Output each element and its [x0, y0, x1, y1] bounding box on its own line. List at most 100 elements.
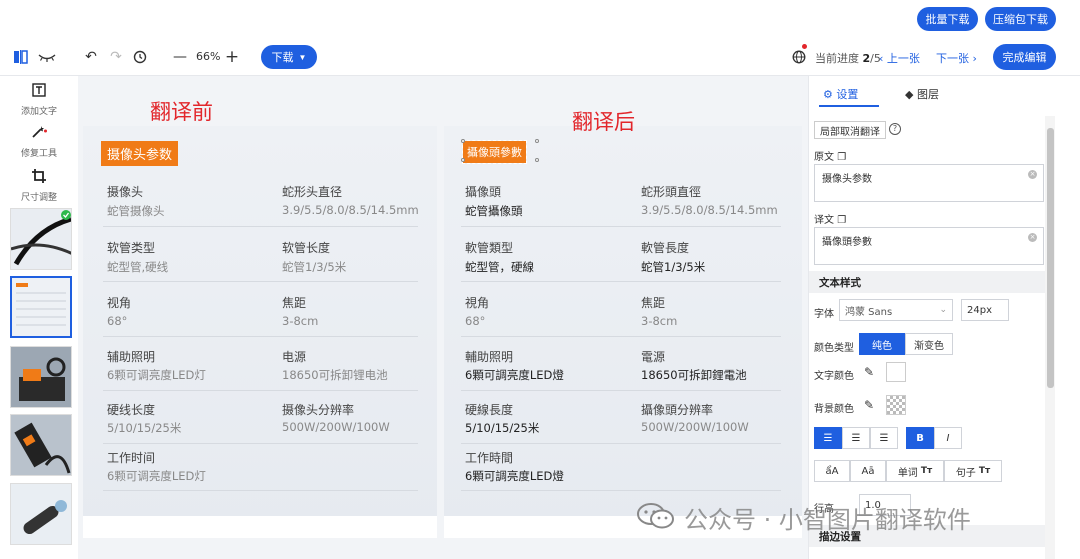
zoom-in-icon[interactable]: + [223, 47, 241, 67]
after-key: 軟管類型 [465, 241, 514, 255]
partial-cancel-translation-button[interactable]: 局部取消翻译 [814, 121, 886, 139]
copy-icon[interactable]: ❐ [837, 152, 846, 163]
before-key: 摄像头 [107, 185, 144, 199]
after-key: 軟管長度 [641, 241, 690, 255]
text-style-section-head: 文本样式 [809, 271, 1049, 293]
before-key: 视角 [107, 296, 132, 310]
sentence-case-button[interactable]: 句子 Tт [944, 460, 1002, 482]
word-label: 单词 [897, 467, 918, 479]
gradient-color-option[interactable]: 渐变色 [905, 333, 953, 355]
tab-layers-label: 图层 [916, 88, 939, 101]
row-divider [461, 490, 781, 491]
italic-button[interactable]: I [934, 427, 962, 449]
tab-layers[interactable]: ◆ 图层 [905, 86, 939, 102]
copy-icon[interactable]: ❐ [837, 215, 846, 226]
align-left-button[interactable]: ☰ [814, 427, 842, 449]
before-key: 辅助照明 [107, 350, 156, 364]
finish-edit-button[interactable]: 完成编辑 [993, 44, 1056, 70]
after-key: 攝像頭分辨率 [641, 403, 714, 417]
before-panel-bottom [83, 516, 437, 538]
chevron-left-icon: ‹ [879, 52, 884, 65]
align-center-button[interactable]: ☰ [842, 427, 870, 449]
row-divider [461, 390, 781, 391]
eyedropper-icon[interactable]: ✎ [864, 398, 874, 412]
before-key: 焦距 [282, 296, 307, 310]
uppercase-button[interactable]: ẩA [814, 460, 850, 482]
download-dropdown-button[interactable]: 下载 ▼ [261, 45, 317, 69]
thumbnail-2[interactable] [10, 276, 72, 338]
settings-panel: ⚙ 设置 ◆ 图层 局部取消翻译 ? 原文 ❐ 摄像头参数 × 译文 ❐ 攝像頭… [808, 76, 1080, 559]
gear-icon: ⚙ [823, 88, 833, 101]
sentence-label: 句子 [955, 467, 976, 479]
font-size-input[interactable]: 24px [961, 299, 1009, 321]
after-value: 500W/200W/100W [641, 420, 749, 434]
thumbnail-1[interactable] [10, 208, 72, 270]
font-select[interactable]: 鸿蒙 Sans ⌄ [839, 299, 953, 321]
row-divider [461, 226, 781, 227]
bold-button[interactable]: B [906, 427, 934, 449]
before-title: 翻译前 [150, 100, 213, 124]
row-divider [103, 336, 418, 337]
before-value: 500W/200W/100W [282, 420, 390, 434]
redo-icon[interactable]: ↷ [107, 48, 125, 66]
compare-view-icon[interactable] [12, 48, 30, 66]
notification-dot [802, 44, 807, 49]
undo-icon[interactable]: ↶ [82, 48, 100, 66]
text-color-swatch[interactable] [886, 362, 906, 382]
next-page-link[interactable]: 下一张 › [936, 50, 977, 66]
selection-handle[interactable] [535, 158, 539, 162]
before-key: 硬线长度 [107, 403, 156, 417]
panel-scroll-thumb[interactable] [1047, 128, 1054, 388]
globe-icon[interactable] [790, 48, 808, 66]
prev-page-link[interactable]: ‹ 上一张 [879, 50, 920, 66]
resize-label: 尺寸调整 [20, 193, 57, 203]
after-title: 翻译后 [572, 110, 635, 134]
progress-current: 2 [862, 52, 871, 65]
after-value: 蛇管1/3/5米 [641, 260, 706, 274]
after-value: 5/10/15/25米 [465, 421, 540, 435]
zoom-out-icon[interactable]: — [171, 48, 189, 66]
capitalize-button[interactable]: Aā [850, 460, 886, 482]
resize-tool[interactable]: 尺寸调整 [0, 168, 78, 203]
after-value: 6顆可調亮度LED燈 [465, 469, 564, 483]
download-label: 下载 [271, 52, 294, 64]
before-value: 6颗可调亮度LED灯 [107, 368, 206, 382]
after-value: 蛇型管，硬線 [465, 260, 534, 274]
row-divider [103, 443, 418, 444]
row-divider [461, 336, 781, 337]
selection-handle[interactable] [461, 139, 465, 143]
align-right-button[interactable]: ☰ [870, 427, 898, 449]
add-text-tool[interactable]: 添加文字 [0, 82, 78, 117]
history-icon[interactable] [131, 48, 149, 66]
zip-download-button[interactable]: 压缩包下载 [985, 7, 1056, 31]
eyedropper-icon[interactable]: ✎ [864, 365, 874, 379]
translation-label: 译文 ❐ [814, 211, 846, 226]
solid-color-option[interactable]: 纯色 [859, 333, 905, 355]
original-label: 原文 ❐ [814, 148, 846, 163]
bg-color-label: 背景颜色 [814, 404, 854, 415]
watermark-text: 公众号 · 小智图片翻译软件 [684, 506, 971, 534]
after-badge-selected[interactable]: 攝像頭參數 [462, 140, 527, 164]
clear-icon[interactable]: × [1028, 233, 1037, 242]
hide-eye-icon[interactable] [38, 48, 56, 66]
left-tool-column: 添加文字 修复工具 尺寸调整 [0, 76, 78, 559]
bg-color-swatch[interactable] [886, 395, 906, 415]
selection-handle[interactable] [535, 139, 539, 143]
translation-label-text: 译文 [814, 215, 834, 226]
help-icon[interactable]: ? [889, 123, 901, 135]
translation-text-field[interactable]: 攝像頭參數 × [814, 227, 1044, 265]
before-badge: 摄像头参数 [101, 141, 179, 166]
clear-icon[interactable]: × [1028, 170, 1037, 179]
row-divider [103, 390, 418, 391]
thumbnail-3[interactable] [10, 346, 72, 408]
word-case-button[interactable]: 单词 Tт [886, 460, 944, 482]
chevron-down-icon: ⌄ [939, 305, 947, 315]
tab-settings[interactable]: ⚙ 设置 [823, 86, 858, 102]
selection-handle[interactable] [461, 158, 465, 162]
thumbnail-4[interactable] [10, 414, 72, 476]
batch-download-button[interactable]: 批量下载 [917, 7, 978, 31]
thumbnail-5[interactable] [10, 483, 72, 545]
repair-tool[interactable]: 修复工具 [0, 124, 78, 159]
original-text-field[interactable]: 摄像头参数 × [814, 164, 1044, 202]
before-value: 3.9/5.5/8.0/8.5/14.5mm [282, 203, 419, 217]
